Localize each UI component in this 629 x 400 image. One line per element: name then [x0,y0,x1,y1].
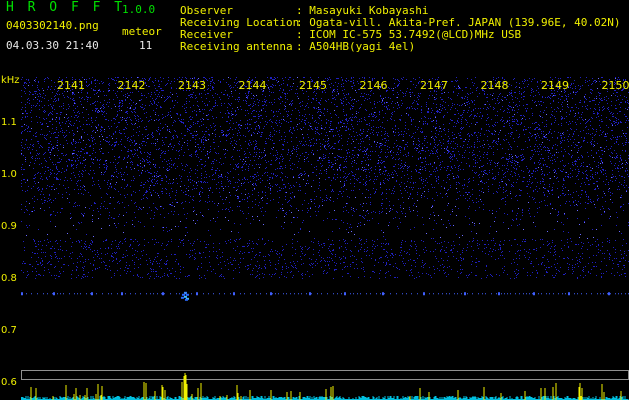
x-tick-label: 2145 [299,79,327,92]
y-tick-label: 1.0 [1,168,17,180]
x-tick-label: 2150 [601,79,629,92]
trace-baseline [21,396,629,400]
x-tick-label: 2143 [178,79,206,92]
carrier-line [21,292,629,296]
spectrogram [21,77,629,301]
x-tick-label: 2148 [480,79,509,92]
amplitude-trace [21,370,629,400]
meteor-count: 11 [139,39,153,52]
meteor-echo [180,291,189,301]
x-tick-label: 2144 [238,79,267,92]
y-tick-label: 0.7 [1,325,17,337]
x-tick-label: 2146 [359,79,388,92]
y-axis: kHz [0,0,21,400]
x-tick-label: 2141 [57,79,85,92]
antenna-label: Receiving antenna [180,40,293,53]
app-title: H R O F F T [6,0,126,15]
meteor-label: meteor [122,25,162,38]
app-version: 1.0.0 [122,3,156,16]
y-tick-label: 0.8 [1,273,17,285]
x-tick-label: 2147 [420,79,448,92]
trace-frame [21,370,629,380]
noise-pixels [21,77,629,279]
noise-band [21,77,629,279]
y-axis-unit: kHz [1,75,20,86]
x-tick-label: 2149 [541,79,569,92]
y-tick-label: 0.6 [1,377,17,389]
y-tick-label: 1.1 [1,116,17,128]
hroffft-window: H R O F F T 1.0.0 0403302140.png meteor … [0,0,629,400]
x-tick-label: 2142 [117,79,146,92]
antenna-value: : A504HB(yagi 4el) [296,40,416,53]
y-tick-label: 0.9 [1,221,17,233]
trace-spikes [30,373,622,400]
